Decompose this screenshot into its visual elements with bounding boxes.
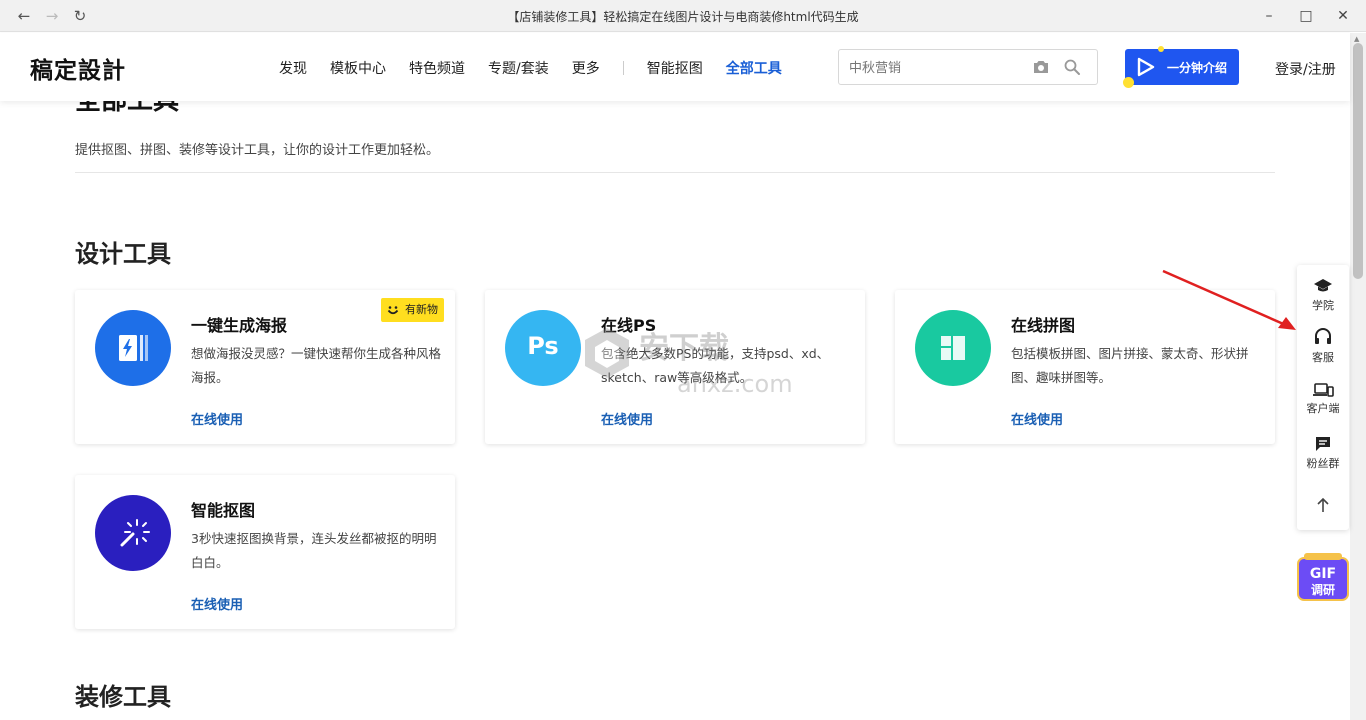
tool-description: 3秒快速抠图换背景，连头发丝都被抠的明明白白。 bbox=[191, 531, 437, 570]
tool-description: 包括模板拼图、图片拼接、蒙太奇、形状拼图、趣味拼图等。 bbox=[1011, 346, 1249, 385]
nav-channels[interactable]: 特色频道 bbox=[409, 58, 465, 78]
collage-icon bbox=[915, 310, 991, 386]
tool-name: 智能抠图 bbox=[191, 501, 256, 520]
use-online-link[interactable]: 在线使用 bbox=[191, 594, 243, 613]
play-icon bbox=[1137, 57, 1155, 77]
maximize-icon[interactable]: □ bbox=[1296, 6, 1316, 26]
intro-video-label: 一分钟介绍 bbox=[1167, 61, 1228, 75]
floating-sidebar: 学院 客服 客户端 粉丝群 bbox=[1297, 265, 1349, 530]
page-scrollbar[interactable]: ▲ bbox=[1350, 33, 1366, 720]
headset-icon bbox=[1315, 328, 1331, 344]
nav-templates[interactable]: 模板中心 bbox=[330, 58, 386, 78]
nav-discover[interactable]: 发现 bbox=[279, 58, 307, 78]
close-icon[interactable]: ✕ bbox=[1333, 6, 1353, 26]
arrow-up-icon bbox=[1317, 497, 1329, 512]
login-register-link[interactable]: 登录/注册 bbox=[1275, 59, 1336, 79]
poster-icon bbox=[95, 310, 171, 386]
nav-smart-cutout[interactable]: 智能抠图 bbox=[647, 58, 703, 78]
use-online-link[interactable]: 在线使用 bbox=[1011, 409, 1063, 428]
section-title-design: 设计工具 bbox=[75, 240, 171, 268]
new-badge: 有新物 bbox=[381, 298, 444, 322]
nav-all-tools[interactable]: 全部工具 bbox=[726, 58, 782, 78]
ps-icon-label: Ps bbox=[527, 332, 559, 360]
watermark-domain: anxz.com bbox=[677, 370, 793, 398]
tool-description: 想做海报没灵感？一键快速帮你生成各种风格海报。 bbox=[191, 346, 442, 385]
nav-more[interactable]: 更多 bbox=[572, 58, 600, 78]
sidebar-item-client[interactable]: 客户端 bbox=[1297, 382, 1349, 416]
browser-titlebar: ← → ↻ 【店铺装修工具】轻松搞定在线图片设计与电商装修html代码生成 – … bbox=[0, 0, 1366, 32]
divider bbox=[75, 172, 1275, 173]
decor-dot bbox=[1158, 46, 1164, 52]
gif-survey-badge[interactable]: GIF 调研 bbox=[1296, 552, 1350, 602]
gif-badge-sublabel: 调研 bbox=[1311, 583, 1335, 597]
use-online-link[interactable]: 在线使用 bbox=[191, 409, 243, 428]
search-input[interactable] bbox=[849, 58, 1019, 78]
search-box bbox=[838, 49, 1098, 85]
use-online-link[interactable]: 在线使用 bbox=[601, 409, 653, 428]
sidebar-item-academy[interactable]: 学院 bbox=[1297, 277, 1349, 313]
intro-video-button[interactable]: 一分钟介绍 bbox=[1123, 46, 1239, 88]
section-title-decoration: 装修工具 bbox=[75, 683, 171, 711]
magic-wand-icon bbox=[95, 495, 171, 571]
chat-icon bbox=[1316, 437, 1330, 451]
sidebar-label: 学院 bbox=[1312, 299, 1334, 312]
annotation-arrow bbox=[1162, 269, 1296, 330]
tool-card-smart-cutout[interactable]: 智能抠图 3秒快速抠图换背景，连头发丝都被抠的明明白白。 在线使用 bbox=[75, 475, 455, 629]
back-to-top-button[interactable] bbox=[1297, 497, 1349, 515]
camera-icon[interactable] bbox=[1032, 58, 1050, 76]
main-nav: 发现 模板中心 特色频道 专题/套装 更多 智能抠图 全部工具 bbox=[279, 58, 805, 78]
search-icon[interactable] bbox=[1063, 58, 1081, 76]
nav-separator bbox=[622, 61, 624, 75]
watermark-text: 安下载 bbox=[639, 331, 729, 366]
watermark-logo: 安下载 anxz.com bbox=[585, 328, 793, 398]
sidebar-item-customer-service[interactable]: 客服 bbox=[1297, 327, 1349, 365]
tool-card-poster[interactable]: 一键生成海报 想做海报没灵感？一键快速帮你生成各种风格海报。 在线使用 有新物 bbox=[75, 290, 455, 444]
ps-icon: Ps bbox=[505, 310, 581, 386]
devices-icon bbox=[1313, 383, 1334, 397]
new-badge-label: 有新物 bbox=[405, 303, 438, 316]
nav-topics[interactable]: 专题/套装 bbox=[488, 58, 549, 78]
site-header: 稿定設計 发现 模板中心 特色频道 专题/套装 更多 智能抠图 全部工具 一分钟… bbox=[0, 33, 1350, 101]
sidebar-label: 粉丝群 bbox=[1306, 457, 1340, 470]
scrollbar-thumb[interactable] bbox=[1353, 43, 1363, 279]
sidebar-label: 客户端 bbox=[1306, 402, 1340, 415]
sidebar-label: 客服 bbox=[1312, 351, 1334, 364]
tool-name: 一键生成海报 bbox=[191, 316, 288, 335]
site-logo[interactable]: 稿定設計 bbox=[30, 51, 126, 85]
minimize-icon[interactable]: – bbox=[1259, 6, 1279, 26]
sidebar-item-fan-group[interactable]: 粉丝群 bbox=[1297, 435, 1349, 471]
window-title: 【店铺装修工具】轻松搞定在线图片设计与电商装修html代码生成 bbox=[507, 10, 859, 24]
smile-icon bbox=[387, 306, 399, 315]
tool-name: 在线拼图 bbox=[1011, 316, 1076, 335]
graduation-cap-icon bbox=[1314, 279, 1332, 292]
gif-badge-label: GIF bbox=[1310, 566, 1336, 582]
scroll-up-icon[interactable]: ▲ bbox=[1354, 35, 1359, 43]
page-description: 提供抠图、拼图、装修等设计工具，让你的设计工作更加轻松。 bbox=[75, 143, 440, 158]
